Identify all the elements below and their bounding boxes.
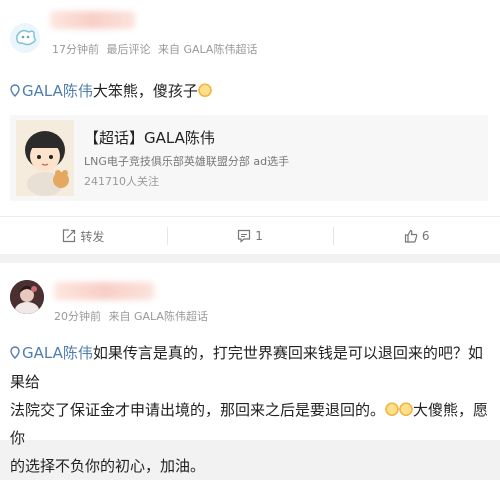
username-redacted[interactable] (54, 282, 154, 300)
bear-emoji-icon (399, 402, 414, 418)
post-time: 20分钟前 (54, 310, 101, 323)
post-line-2: 法院交了保证金才申请出境的，那回来之后是要退回的。 大傻熊，愿你 (10, 396, 492, 452)
avatar[interactable] (10, 23, 40, 53)
post-content: GALA陈伟大笨熊，傻孩子 (10, 77, 212, 106)
post-line-3: 的选择不负你的初心，加油。 (10, 452, 492, 480)
bear-emoji-icon (385, 402, 400, 418)
thumbs-up-icon (404, 229, 418, 243)
topic-link[interactable]: GALA陈伟 (22, 344, 93, 362)
avatar[interactable] (10, 280, 44, 314)
post-meta: 20分钟前 来自 GALA陈伟超话 (54, 308, 212, 324)
post-meta: 17分钟前 最后评论 来自 GALA陈伟超话 (52, 41, 261, 57)
like-count: 6 (421, 229, 430, 243)
post-line-1: GALA陈伟如果传言是真的，打完世界赛回来钱是可以退回来的吧？如果给 (10, 339, 492, 396)
post-text-3: 的选择不负你的初心，加油。 (10, 457, 206, 475)
super-topic-title[interactable]: 【超话】GALA陈伟 (84, 127, 215, 148)
location-pin-icon (10, 78, 20, 106)
repost-button[interactable]: 转发 (0, 217, 167, 255)
comment-button[interactable]: 1 (166, 217, 334, 255)
post-source[interactable]: 来自 GALA陈伟超话 (109, 310, 208, 323)
comment-icon (238, 229, 251, 243)
location-pin-icon (10, 340, 20, 368)
action-bar: 转发 1 6 (0, 216, 500, 255)
post-card-1: 17分钟前 最后评论 来自 GALA陈伟超话 GALA陈伟大笨熊，傻孩子 【超话… (0, 0, 500, 254)
post-text-2a: 法院交了保证金才申请出境的，那回来之后是要退回的。 (10, 401, 386, 419)
super-topic-followers: 241710人关注 (84, 175, 159, 188)
repost-icon (63, 229, 76, 243)
post-source[interactable]: 来自 GALA陈伟超话 (158, 43, 257, 56)
post-edited: 最后评论 (106, 43, 151, 56)
topic-link[interactable]: GALA陈伟 (22, 82, 93, 100)
post-card-2: 20分钟前 来自 GALA陈伟超话 GALA陈伟如果传言是真的，打完世界赛回来钱… (0, 263, 500, 475)
user-avatar-icon (10, 280, 44, 314)
like-button[interactable]: 6 (333, 217, 500, 255)
post-content: GALA陈伟如果传言是真的，打完世界赛回来钱是可以退回来的吧？如果给 法院交了保… (10, 339, 492, 480)
super-topic-thumbnail (16, 120, 74, 196)
bear-emoji-icon (197, 83, 212, 99)
super-topic-description: LNG电子竞技俱乐部英雄联盟分部 ad选手 (84, 155, 290, 168)
post-text: 大笨熊，傻孩子 (92, 82, 198, 100)
post-time: 17分钟前 (52, 43, 99, 56)
username-redacted[interactable] (50, 11, 135, 29)
comment-count: 1 (255, 229, 263, 243)
cartoon-portrait-icon (16, 120, 74, 196)
user-avatar-icon (16, 29, 36, 46)
super-topic-card[interactable]: 【超话】GALA陈伟 LNG电子竞技俱乐部英雄联盟分部 ad选手 241710人… (10, 115, 488, 201)
repost-label: 转发 (80, 229, 105, 244)
